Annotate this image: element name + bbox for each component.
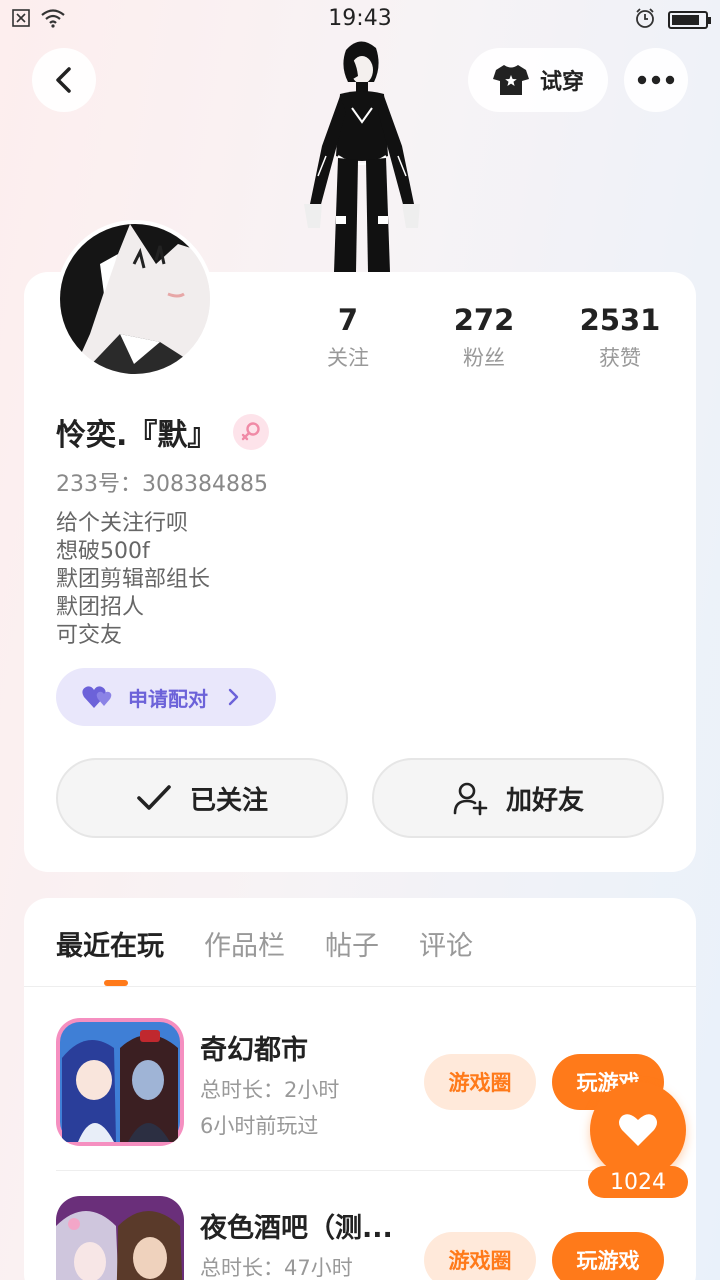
chevron-right-icon — [228, 688, 239, 706]
alarm-icon — [634, 7, 656, 33]
add-friend-label: 加好友 — [505, 785, 584, 816]
game-title: 奇幻都市 — [200, 1035, 308, 1066]
add-friend-button[interactable]: 加好友 — [372, 758, 664, 838]
tab-comments[interactable]: 评论 — [419, 924, 473, 963]
heart-icon — [619, 1114, 657, 1146]
more-dots-icon — [637, 75, 675, 85]
bio-line: 可交友 — [56, 623, 123, 648]
stat-value: 7 — [337, 303, 359, 337]
stat-fans[interactable]: 272 粉丝 — [416, 302, 552, 372]
like-button[interactable] — [590, 1082, 686, 1178]
divider — [24, 986, 696, 987]
game-last-played: 6小时前玩过 — [200, 1114, 319, 1138]
game-row[interactable]: 奇幻都市 总时长：2小时 6小时前玩过 游戏圈 玩游戏 — [56, 1018, 666, 1148]
user-id: 233号：308384885 — [56, 472, 268, 497]
bio-line: 默团招人 — [56, 595, 145, 620]
try-on-label: 试穿 — [539, 70, 584, 95]
stat-following[interactable]: 7 关注 — [280, 302, 416, 372]
stat-value: 272 — [453, 303, 515, 337]
bio-line: 默团剪辑部组长 — [56, 567, 211, 592]
pair-request-button[interactable]: 申请配对 — [56, 668, 276, 726]
game-row[interactable]: 夜色酒吧（测... 总时长：47小时 游戏圈 玩游戏 — [56, 1196, 666, 1280]
like-count: 1024 — [588, 1166, 688, 1198]
game-icon[interactable] — [56, 1018, 184, 1146]
hearts-icon — [82, 686, 112, 708]
status-time: 19:43 — [328, 6, 392, 31]
game-title: 夜色酒吧（测... — [200, 1213, 393, 1244]
status-bar: 19:43 — [0, 0, 720, 38]
stat-label: 粉丝 — [463, 346, 505, 370]
avatar-3d-figure[interactable] — [290, 36, 430, 276]
play-game-button[interactable]: 玩游戏 — [552, 1232, 664, 1280]
add-user-icon — [453, 782, 488, 816]
stat-likes[interactable]: 2531 获赞 — [552, 302, 688, 372]
game-duration: 总时长：2小时 — [200, 1078, 340, 1102]
back-arrow-icon — [56, 67, 71, 93]
stat-label: 获赞 — [599, 346, 641, 370]
tab-bar: 最近在玩 作品栏 帖子 评论 — [56, 924, 473, 963]
tab-recently-played[interactable]: 最近在玩 — [56, 924, 164, 963]
game-circle-button[interactable]: 游戏圈 — [424, 1232, 536, 1280]
try-on-button[interactable]: 试穿 — [468, 48, 608, 112]
pair-label: 申请配对 — [128, 686, 208, 711]
tshirt-icon — [492, 65, 529, 95]
stat-value: 2531 — [579, 303, 661, 337]
bio-line: 给个关注行呗 — [56, 511, 189, 536]
tab-posts[interactable]: 帖子 — [325, 924, 379, 963]
stat-label: 关注 — [327, 346, 369, 370]
battery-icon — [668, 11, 711, 29]
profile-stats: 7 关注 272 粉丝 2531 获赞 — [280, 302, 690, 372]
follow-button[interactable]: 已关注 — [56, 758, 348, 838]
nickname-text: 怜奕.『默』 — [56, 418, 218, 453]
game-duration: 总时长：47小时 — [200, 1256, 353, 1280]
more-button[interactable] — [624, 48, 688, 112]
back-button[interactable] — [32, 48, 96, 112]
bio: 给个关注行呗 想破500f 默团剪辑部组长 默团招人 可交友 — [56, 510, 210, 650]
follow-label: 已关注 — [189, 785, 268, 816]
avatar[interactable] — [56, 220, 214, 378]
divider — [56, 1170, 666, 1171]
game-circle-button[interactable]: 游戏圈 — [424, 1054, 536, 1110]
tab-works[interactable]: 作品栏 — [204, 924, 285, 963]
bio-line: 想破500f — [56, 539, 150, 564]
female-icon — [233, 414, 270, 450]
game-icon[interactable] — [56, 1196, 184, 1280]
nickname: 怜奕.『默』 — [56, 410, 270, 454]
checkmark-icon — [137, 785, 171, 810]
